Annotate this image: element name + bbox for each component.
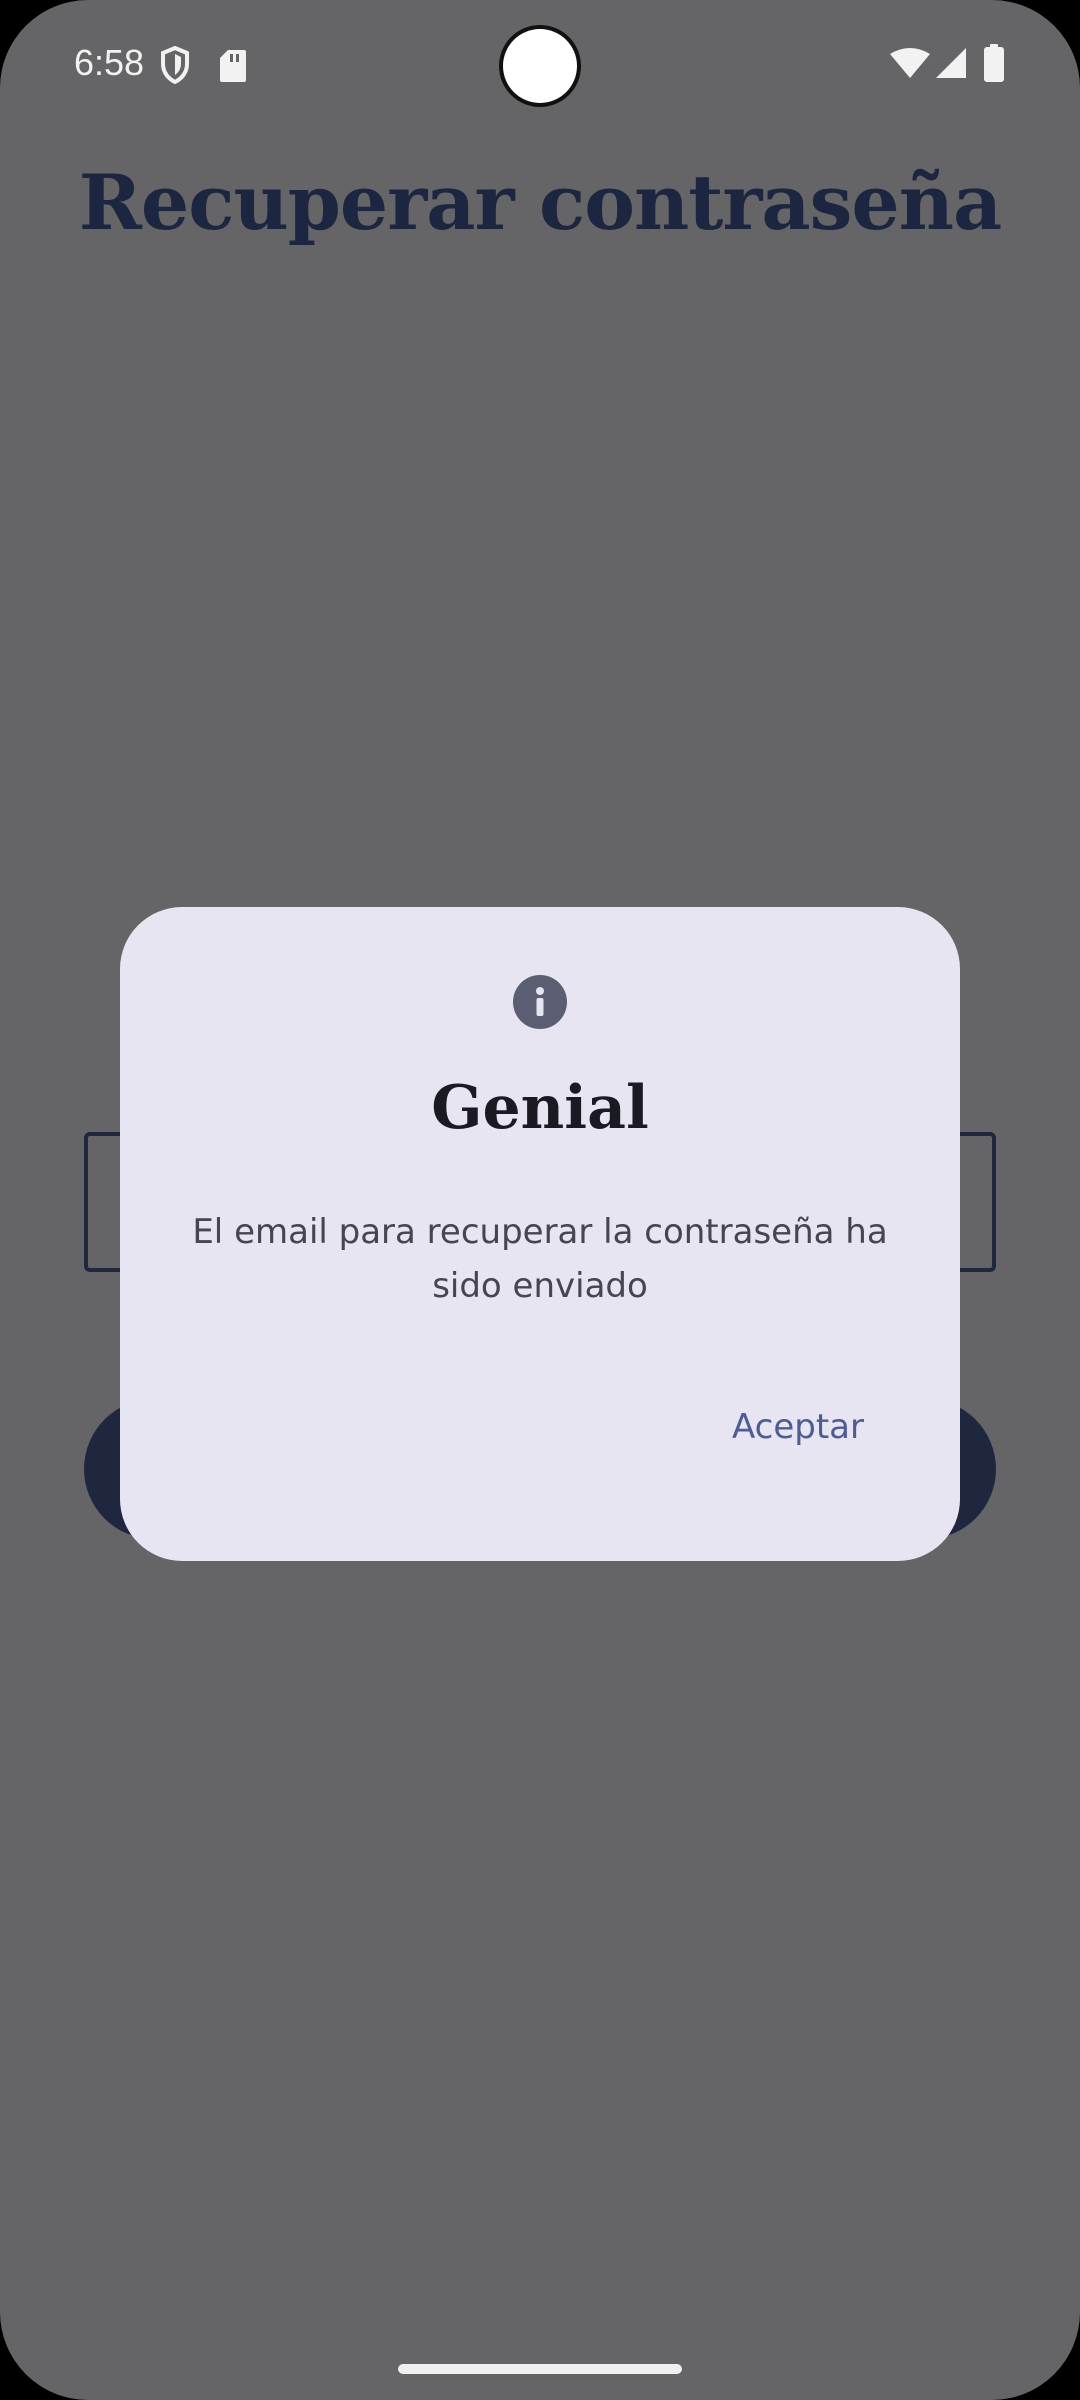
alert-dialog: Genial El email para recuperar la contra… — [120, 907, 960, 1561]
phone-screen: 6:58 Recuperar contraseña Genial El emai… — [0, 0, 1080, 2400]
camera-cutout — [503, 29, 577, 103]
dialog-title: Genial — [431, 1073, 649, 1143]
battery-icon — [984, 44, 1004, 87]
accept-button[interactable]: Aceptar — [732, 1407, 864, 1447]
status-time: 6:58 — [74, 42, 145, 83]
page-title: Recuperar contraseña — [78, 158, 1003, 247]
status-bar: 6:58 — [0, 0, 1080, 132]
dialog-message: El email para recuperar la contraseña ha… — [192, 1212, 888, 1306]
wifi-icon — [890, 48, 930, 85]
signal-icon — [934, 46, 968, 85]
shield-icon — [160, 45, 190, 89]
home-indicator[interactable] — [398, 2364, 682, 2374]
info-icon — [513, 975, 567, 1029]
sd-card-icon — [218, 48, 248, 89]
